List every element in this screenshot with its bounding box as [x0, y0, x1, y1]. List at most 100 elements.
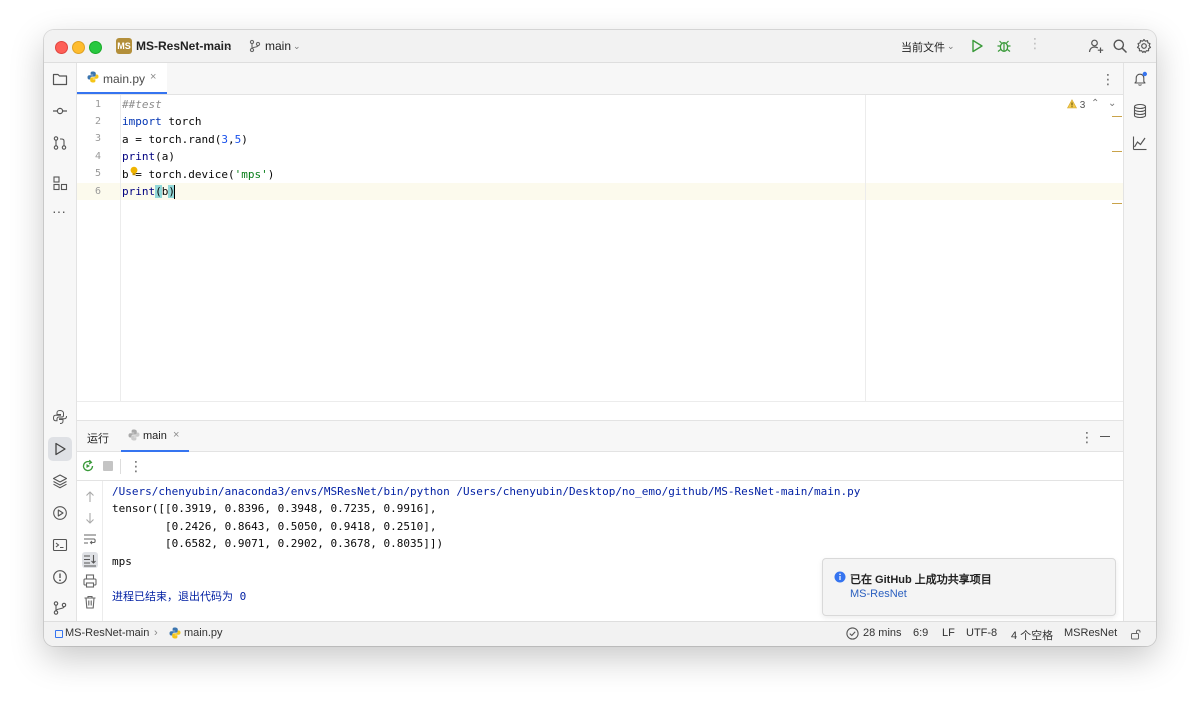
project-folder-icon[interactable] [52, 71, 68, 87]
scroll-to-end-icon[interactable] [82, 552, 98, 568]
layers-icon[interactable] [52, 473, 68, 489]
editor-tab-bar: main.py × ⋮ [77, 63, 1123, 95]
right-tool-strip [1123, 63, 1156, 622]
code-line-4: print(a) [122, 148, 175, 165]
builtin: print [122, 150, 156, 163]
text-caret [174, 185, 175, 199]
arrow-up-icon[interactable] [82, 489, 98, 505]
editor-bottom-border [77, 401, 1123, 402]
code-text: , [227, 133, 235, 146]
tab-main-py[interactable]: main.py × [77, 63, 167, 94]
code-line-3: a = torch.rand(3,5) [122, 131, 248, 148]
warnings-indicator[interactable]: 3 [1066, 99, 1085, 111]
code-text: (a) [155, 150, 175, 163]
line-number-gutter: 1 2 3 4 5 6 [77, 95, 121, 401]
minimize-panel-icon[interactable] [1100, 436, 1110, 437]
project-selector[interactable]: MS-ResNet-main [136, 39, 231, 53]
pull-request-icon[interactable] [52, 135, 68, 151]
string: 'mps' [234, 168, 268, 181]
run-icon[interactable] [970, 38, 984, 57]
current-line-highlight [77, 183, 1123, 200]
toolbar-divider [120, 459, 121, 474]
next-highlight-icon[interactable]: ⌄ [1108, 98, 1116, 109]
keyword: import [122, 115, 162, 128]
notifications-bell-icon[interactable] [1132, 71, 1148, 87]
warning-marker[interactable] [1112, 116, 1122, 117]
lock-icon[interactable] [1130, 628, 1142, 643]
close-tab-icon[interactable]: × [150, 71, 156, 83]
gear-icon[interactable] [1136, 38, 1152, 57]
console-line: 进程已结束，退出代码为 0 [112, 590, 247, 603]
info-icon [834, 571, 846, 586]
search-icon[interactable] [1112, 38, 1128, 57]
more-horizontal-icon[interactable]: ··· [52, 204, 68, 222]
project-badge[interactable]: MS [116, 38, 132, 54]
chevron-down-icon[interactable]: ⌄ [293, 41, 301, 52]
services-icon[interactable] [52, 505, 68, 521]
line-number: 1 [94, 99, 101, 110]
rerun-icon[interactable] [81, 459, 95, 476]
run-tab-main[interactable]: main × [121, 421, 189, 452]
branch-selector[interactable]: main [265, 39, 291, 53]
line-separator[interactable]: LF [942, 627, 955, 639]
more-vertical-icon[interactable]: ⋮ [1028, 36, 1042, 50]
database-icon[interactable] [1132, 103, 1148, 119]
python-interpreter[interactable]: MSResNet [1064, 627, 1117, 639]
add-user-icon[interactable] [1088, 38, 1104, 57]
run-config-selector[interactable]: 当前文件 [901, 39, 945, 55]
breadcrumb-file[interactable]: main.py [184, 627, 223, 639]
terminal-icon[interactable] [52, 537, 68, 553]
python-console-icon[interactable] [52, 409, 68, 425]
run-panel-icon[interactable] [48, 437, 72, 461]
commit-icon[interactable] [52, 103, 68, 119]
console-line: /Users/chenyubin/anaconda3/envs/MSResNet… [112, 485, 861, 498]
code-line-6: print(b) [122, 183, 175, 200]
stop-icon[interactable] [103, 461, 113, 471]
minimize-window-button[interactable] [72, 41, 85, 54]
more-vertical-icon[interactable]: ⋮ [129, 459, 143, 473]
status-time[interactable]: 28 mins [863, 627, 902, 639]
line-number: 5 [94, 168, 101, 179]
more-vertical-icon[interactable]: ⋮ [1080, 430, 1094, 444]
print-icon[interactable] [82, 573, 98, 589]
git-branch-icon[interactable] [249, 39, 261, 56]
check-circle-icon [846, 627, 859, 643]
close-window-button[interactable] [55, 41, 68, 54]
caret-position[interactable]: 6:9 [913, 627, 928, 639]
line-number: 6 [94, 186, 101, 197]
warning-marker[interactable] [1112, 203, 1122, 204]
console-line: [0.6582, 0.9071, 0.2902, 0.3678, 0.8035]… [112, 537, 444, 550]
arrow-down-icon[interactable] [82, 510, 98, 526]
git-icon[interactable] [52, 600, 68, 616]
notification-title: 已在 GitHub 上成功共享项目 [850, 574, 992, 586]
comment: ##test [122, 98, 162, 111]
builtin: print [122, 185, 156, 198]
file-encoding[interactable]: UTF-8 [966, 627, 997, 639]
problems-icon[interactable] [52, 569, 68, 585]
notification-link[interactable]: MS-ResNet [850, 588, 907, 600]
close-tab-icon[interactable]: × [173, 429, 179, 441]
code-line-2: import torch [122, 113, 202, 130]
soft-wrap-icon[interactable] [82, 531, 98, 547]
run-toolbar: ⋮ [77, 453, 1123, 481]
breadcrumb-separator-icon: › [154, 627, 158, 639]
warning-marker[interactable] [1112, 151, 1122, 152]
previous-highlight-icon[interactable]: ⌃ [1091, 98, 1099, 109]
indent-setting[interactable]: 4 个空格 [1011, 627, 1053, 643]
code-editor[interactable]: 1 2 3 4 5 6 ##test import torch a = torc… [77, 95, 1123, 402]
trash-icon[interactable] [82, 594, 98, 610]
chevron-down-icon[interactable]: ⌄ [225, 41, 233, 52]
debug-icon[interactable] [996, 38, 1012, 57]
zoom-window-button[interactable] [89, 41, 102, 54]
lightbulb-icon[interactable] [129, 165, 139, 179]
chevron-down-icon[interactable]: ⌄ [947, 41, 955, 52]
more-vertical-icon[interactable]: ⋮ [1101, 72, 1115, 86]
line-number: 4 [94, 151, 101, 162]
notification-balloon: 已在 GitHub 上成功共享项目 MS-ResNet [822, 558, 1116, 616]
structure-icon[interactable] [52, 175, 68, 191]
status-bar: MS-ResNet-main › main.py 28 mins 6:9 LF … [44, 621, 1156, 646]
breadcrumb-project[interactable]: MS-ResNet-main [65, 627, 149, 639]
tab-label: main.py [103, 72, 146, 86]
run-panel-title: 运行 [87, 433, 109, 445]
sciview-chart-icon[interactable] [1132, 135, 1148, 151]
